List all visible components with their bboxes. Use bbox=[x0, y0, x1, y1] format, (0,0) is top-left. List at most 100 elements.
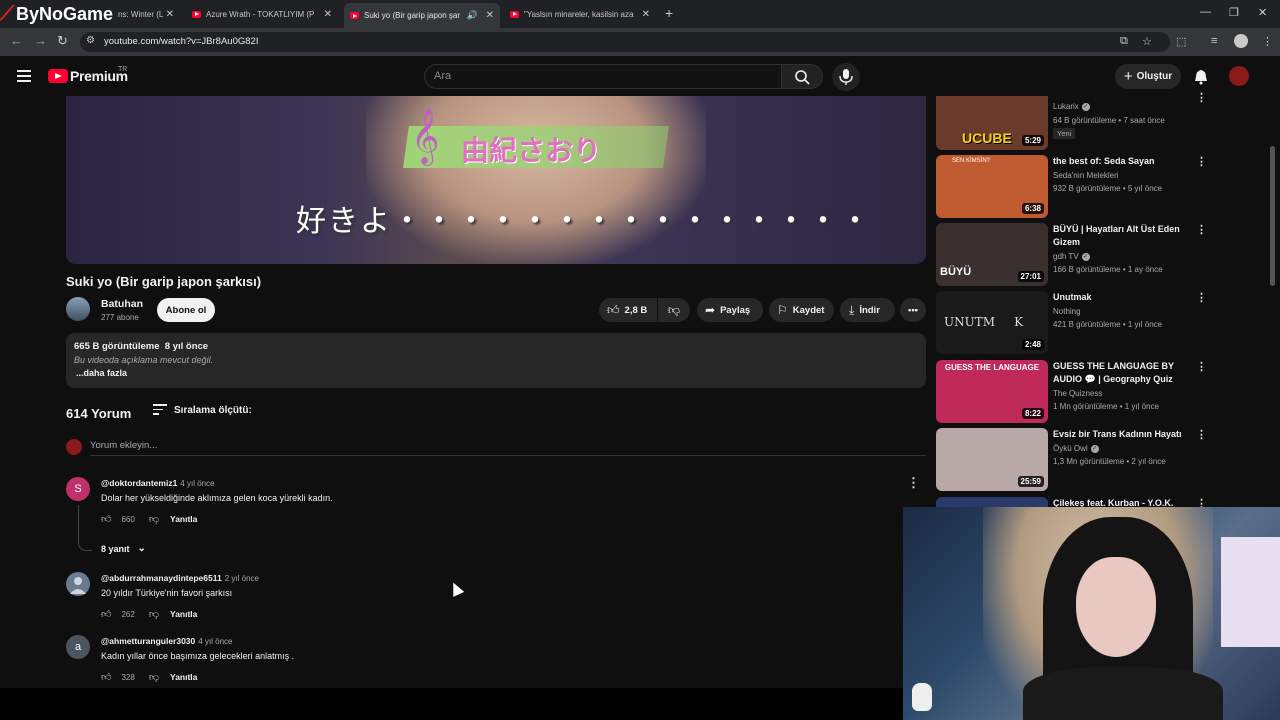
subscribe-button[interactable]: Abone ol bbox=[157, 298, 215, 322]
more-vertical-icon[interactable]: ⋮ bbox=[1196, 360, 1207, 373]
video-thumbnail[interactable]: SEN KİMSİN? 6:38 bbox=[936, 155, 1048, 218]
recommended-video[interactable]: BÜYÜ 27:01 BÜYÜ | Hayatları Alt Üst Eden… bbox=[936, 223, 1207, 286]
like-button[interactable]: 👍︎ 2,8 B bbox=[599, 298, 657, 322]
media-controls-icon[interactable]: ≡ bbox=[1211, 35, 1217, 47]
more-vertical-icon[interactable]: ⋮ bbox=[1196, 91, 1207, 104]
window-close-icon[interactable]: ✕ bbox=[1258, 6, 1267, 19]
more-vertical-icon[interactable]: ⋮ bbox=[1196, 155, 1207, 168]
channel-name[interactable]: The Quizness bbox=[1053, 389, 1102, 398]
close-icon[interactable]: ✕ bbox=[642, 9, 650, 20]
close-icon[interactable]: ✕ bbox=[324, 9, 332, 20]
video-thumbnail[interactable]: UNUTM K 2:48 bbox=[936, 291, 1048, 354]
forward-arrow-icon[interactable]: → bbox=[34, 33, 47, 48]
show-more-link[interactable]: ...daha fazla bbox=[76, 368, 127, 378]
thumbs-down-icon[interactable]: 👎︎ bbox=[149, 608, 159, 620]
video-thumbnail[interactable]: GUESS THE LANGUAGE 8:22 bbox=[936, 360, 1048, 423]
back-arrow-icon[interactable]: ← bbox=[10, 33, 23, 48]
reply-button[interactable]: Yanıtla bbox=[170, 672, 197, 682]
close-icon[interactable]: ✕ bbox=[486, 10, 494, 21]
recommended-video[interactable]: UCUBE 5:29 Lukarix ✓ 64 B görüntüleme • 7… bbox=[936, 92, 1207, 150]
video-duration: 25:59 bbox=[1017, 476, 1044, 487]
mascot-sticker-icon bbox=[912, 683, 932, 711]
video-title[interactable]: the best of: Seda Sayan bbox=[1053, 155, 1193, 168]
video-thumbnail[interactable]: UCUBE 5:29 bbox=[936, 96, 1048, 150]
video-thumbnail[interactable]: BÜYÜ 27:01 bbox=[936, 223, 1048, 286]
browser-tab-3[interactable]: Suki yo (Bir garip japon şar 🔊 ✕ bbox=[344, 3, 500, 28]
show-replies-button[interactable]: 8 yanıt ⌄ bbox=[101, 543, 146, 554]
voice-search-button[interactable] bbox=[832, 63, 860, 91]
page-scrollbar[interactable] bbox=[1270, 146, 1275, 286]
comment-avatar[interactable]: a bbox=[66, 635, 90, 659]
recommended-video[interactable]: SEN KİMSİN? 6:38 the best of: Seda Sayan… bbox=[936, 155, 1207, 218]
comment-avatar[interactable] bbox=[66, 572, 90, 596]
close-icon[interactable]: ✕ bbox=[166, 9, 174, 20]
search-input[interactable] bbox=[424, 64, 782, 89]
reply-button[interactable]: Yanıtla bbox=[170, 514, 197, 524]
video-duration: 5:29 bbox=[1021, 135, 1044, 146]
site-info-icon[interactable]: ⚙ bbox=[86, 35, 95, 46]
recommended-video[interactable]: UNUTM K 2:48 Unutmak Nothing 421 B görün… bbox=[936, 291, 1207, 354]
video-player[interactable]: 𝄞 由紀さおり 好きよ・・・・・・・・・・・・・・・ bbox=[66, 96, 926, 264]
more-vertical-icon[interactable]: ⋮ bbox=[1196, 223, 1207, 236]
download-button[interactable]: ⤓ İndir bbox=[840, 298, 895, 322]
browser-tab-1[interactable]: ns: Winter (L ✕ bbox=[112, 3, 180, 25]
comment-author[interactable]: @abdurrahmanaydintepe6511 2 yıl önce bbox=[101, 573, 259, 583]
thumbs-down-icon[interactable]: 👎︎ bbox=[149, 671, 159, 683]
thumbs-up-icon[interactable]: 👍︎ bbox=[101, 608, 111, 620]
recommended-video[interactable]: 25:59 Evsiz bir Trans Kadının Hayatı Öyk… bbox=[936, 428, 1207, 491]
more-actions-button[interactable]: ••• bbox=[900, 298, 926, 322]
account-avatar[interactable] bbox=[1229, 66, 1249, 86]
sort-comments-button[interactable]: Sıralama ölçütü: bbox=[153, 404, 252, 418]
treble-clef-icon: 𝄞 bbox=[411, 108, 440, 164]
reload-icon[interactable]: ↻ bbox=[57, 33, 68, 49]
new-tab-plus-icon[interactable]: + bbox=[665, 5, 673, 21]
share-button[interactable]: ➦ Paylaş bbox=[697, 298, 763, 322]
channel-name[interactable]: Seda'nın Melekleri bbox=[1053, 171, 1119, 180]
video-title[interactable]: BÜYÜ | Hayatları Alt Üst Eden Gizem bbox=[1053, 223, 1193, 249]
create-button[interactable]: + Oluştur bbox=[1115, 64, 1181, 89]
search-button[interactable] bbox=[781, 64, 823, 89]
dislike-button[interactable]: 👎︎ bbox=[658, 298, 690, 322]
comment-author[interactable]: @ahmetturanguler3030 4 yıl önce bbox=[101, 636, 233, 646]
video-title[interactable]: GUESS THE LANGUAGE BY AUDIO 💬 | Geograph… bbox=[1053, 360, 1193, 386]
comment-time[interactable]: 4 yıl önce bbox=[198, 637, 232, 646]
video-overlay-lyric: 好きよ・・・・・・・・・・・・・・・ bbox=[296, 204, 872, 239]
url-text[interactable]: youtube.com/watch?v=JBr8Au0G82I bbox=[104, 36, 258, 47]
channel-name[interactable]: Batuhan bbox=[101, 298, 143, 310]
browser-profile-avatar[interactable] bbox=[1234, 34, 1248, 48]
more-vertical-icon[interactable]: ⋮ bbox=[1196, 428, 1207, 441]
channel-name[interactable]: gdh TV ✓ bbox=[1053, 252, 1090, 261]
notifications-bell-icon[interactable] bbox=[1193, 68, 1209, 90]
save-button[interactable]: ⚐ Kaydet bbox=[769, 298, 834, 322]
comment-menu-icon[interactable]: ⋮ bbox=[907, 475, 920, 491]
add-comment-input[interactable]: Yorum ekleyin... bbox=[90, 440, 157, 451]
cast-icon[interactable]: ⧉ bbox=[1120, 35, 1128, 48]
channel-name[interactable]: Nothing bbox=[1053, 307, 1081, 316]
thumbs-up-icon[interactable]: 👍︎ bbox=[101, 671, 111, 683]
restore-icon[interactable]: ❐ bbox=[1229, 6, 1239, 19]
menu-hamburger-icon[interactable] bbox=[17, 70, 31, 85]
more-vertical-icon[interactable]: ⋮ bbox=[1196, 291, 1207, 304]
channel-name[interactable]: Lukarix ✓ bbox=[1053, 102, 1090, 111]
recommended-video[interactable]: GUESS THE LANGUAGE 8:22 GUESS THE LANGUA… bbox=[936, 360, 1207, 423]
channel-name[interactable]: Öykü Owl ✓ bbox=[1053, 444, 1099, 453]
reply-button[interactable]: Yanıtla bbox=[170, 609, 197, 619]
comment-time[interactable]: 2 yıl önce bbox=[225, 574, 259, 583]
comment-avatar[interactable]: S bbox=[66, 477, 90, 501]
video-title[interactable]: Unutmak bbox=[1053, 291, 1193, 304]
minimize-icon[interactable]: — bbox=[1200, 6, 1211, 18]
comment-author[interactable]: @doktordantemiz1 4 yıl önce bbox=[101, 478, 215, 488]
browser-tab-2[interactable]: Azure Wrath - TOKATLIYIM (Pr ✕ bbox=[186, 3, 338, 25]
thumbs-up-icon[interactable]: 👍︎ bbox=[101, 513, 111, 525]
browser-menu-icon[interactable]: ⋮ bbox=[1262, 35, 1273, 48]
video-thumbnail[interactable]: 25:59 bbox=[936, 428, 1048, 491]
channel-avatar[interactable] bbox=[66, 297, 90, 321]
speaker-icon[interactable]: 🔊 bbox=[467, 10, 478, 21]
video-title[interactable]: Evsiz bir Trans Kadının Hayatı bbox=[1053, 428, 1193, 441]
youtube-logo-icon[interactable] bbox=[48, 69, 68, 83]
bookmark-star-icon[interactable]: ☆ bbox=[1142, 35, 1152, 48]
extensions-icon[interactable]: ⬚ bbox=[1176, 35, 1186, 48]
browser-tab-4[interactable]: "Yaslsın minareler, kasilsin azan ✕ bbox=[504, 3, 656, 25]
comment-time[interactable]: 4 yıl önce bbox=[180, 479, 214, 488]
thumbs-down-icon[interactable]: 👎︎ bbox=[149, 513, 159, 525]
